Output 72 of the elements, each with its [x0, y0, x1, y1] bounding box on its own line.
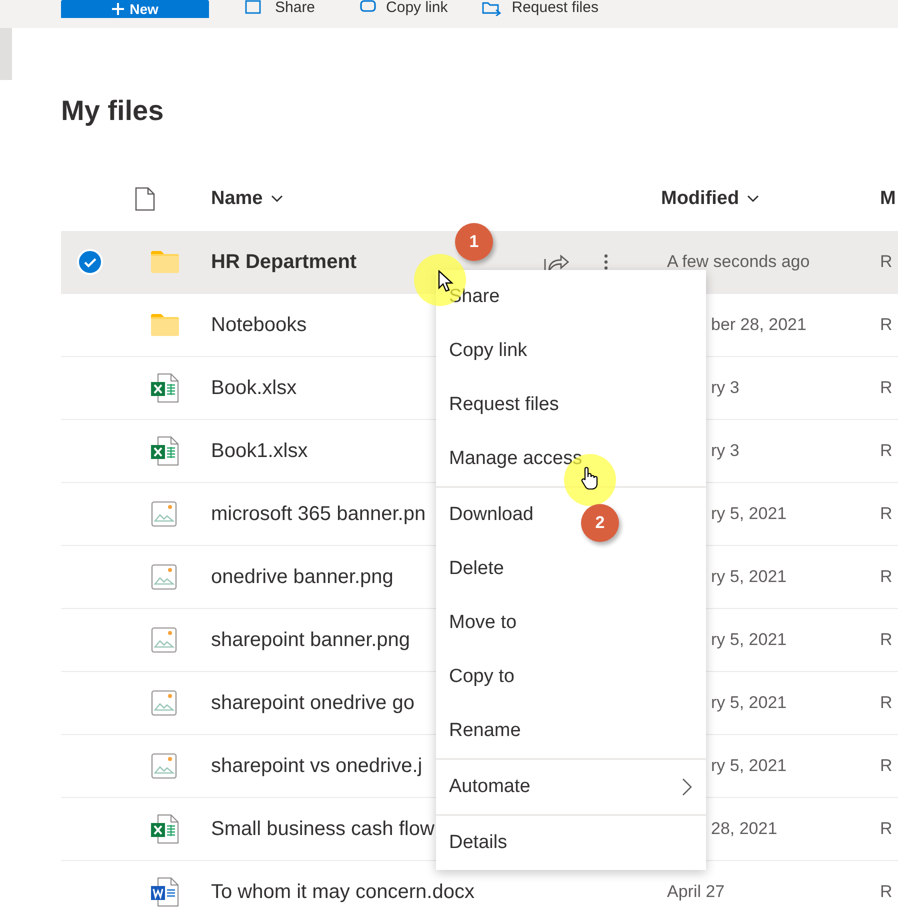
table-cell: R	[880, 882, 892, 902]
file-name[interactable]: Notebooks	[211, 310, 307, 340]
file-name[interactable]: Book.xlsx	[211, 373, 297, 403]
table-cell: R	[880, 504, 892, 524]
modified-date: ry 5, 2021	[711, 567, 787, 586]
menu-item[interactable]: Details	[436, 816, 706, 870]
file-name[interactable]: HR Department	[211, 247, 357, 277]
page-title: My files	[61, 94, 165, 128]
menu-item[interactable]: Request files	[436, 378, 706, 432]
modified-date: ber 28, 2021	[711, 315, 806, 334]
file-name[interactable]: Book1.xlsx	[211, 436, 308, 466]
new-button[interactable]: New	[61, 0, 209, 18]
column-header[interactable]: Name	[211, 184, 283, 214]
menu-item[interactable]: Rename	[436, 704, 706, 758]
file-name[interactable]: sharepoint onedrive go	[211, 688, 414, 718]
modified-date: ry 3	[711, 441, 740, 460]
modified-date: ry 5, 2021	[711, 504, 787, 524]
folder-icon	[151, 314, 179, 336]
column-header[interactable]: M	[880, 184, 896, 214]
file-type-icon[interactable]	[135, 186, 155, 211]
image-file-icon	[151, 627, 177, 653]
link-icon	[360, 0, 376, 12]
toolbar-copy-link-button[interactable]: Copy link	[360, 0, 448, 16]
spreadsheet-file-icon	[151, 814, 179, 844]
modified-date: ry 5, 2021	[711, 756, 787, 776]
table-cell: R	[880, 315, 892, 334]
folder-icon	[151, 250, 179, 273]
image-file-icon	[151, 690, 177, 716]
menu-item[interactable]: Move to	[436, 596, 706, 650]
file-name[interactable]: microsoft 365 banner.pn	[211, 499, 426, 529]
file-name[interactable]: sharepoint vs onedrive.j	[211, 751, 422, 781]
toolbar-share-button[interactable]: Share	[245, 0, 316, 16]
menu-item[interactable]: Delete	[436, 542, 706, 596]
table-cell: R	[880, 693, 892, 712]
spreadsheet-file-icon	[151, 436, 179, 466]
modified-date: ry 3	[711, 378, 740, 398]
file-name[interactable]: Small business cash flow	[211, 814, 434, 844]
table-cell: R	[880, 378, 892, 398]
file-name[interactable]: onedrive banner.png	[211, 562, 394, 592]
modified-date: ry 5, 2021	[711, 630, 787, 650]
document-file-icon	[151, 877, 179, 907]
menu-item[interactable]: Automate	[436, 760, 706, 814]
scrollbar-thumb[interactable]	[0, 28, 12, 80]
checked-circle-icon[interactable]	[77, 249, 103, 275]
image-file-icon	[151, 753, 177, 779]
table-cell: R	[880, 630, 892, 650]
table-cell: R	[880, 441, 892, 460]
modified-date: April 27	[667, 882, 725, 902]
table-cell: R	[880, 567, 892, 586]
table-cell: R	[880, 252, 892, 272]
folder-arrow-icon	[482, 0, 502, 16]
chevron-down-icon[interactable]	[747, 195, 760, 203]
toolbar-request-files-button[interactable]: Request files	[482, 0, 598, 16]
more-options-icon[interactable]	[603, 253, 609, 271]
modified-date: ry 5, 2021	[711, 693, 787, 712]
plus-icon	[112, 3, 124, 15]
file-name[interactable]: sharepoint banner.png	[211, 625, 410, 655]
table-cell: R	[880, 756, 892, 776]
image-file-icon	[151, 501, 177, 527]
table-cell: R	[880, 819, 892, 838]
menu-item[interactable]: Copy to	[436, 650, 706, 704]
file-name[interactable]: To whom it may concern.docx	[211, 877, 474, 907]
menu-item[interactable]: Copy link	[436, 324, 706, 378]
chevron-right-icon	[682, 778, 692, 796]
modified-date: 28, 2021	[711, 819, 778, 838]
spreadsheet-file-icon	[151, 373, 179, 403]
hand-cursor-icon	[580, 466, 598, 490]
chevron-down-icon[interactable]	[270, 195, 283, 203]
menu-item[interactable]: Manage access	[436, 432, 706, 486]
column-header[interactable]: Modified	[661, 184, 760, 214]
image-file-icon	[151, 564, 177, 590]
modified-date: A few seconds ago	[667, 252, 810, 272]
